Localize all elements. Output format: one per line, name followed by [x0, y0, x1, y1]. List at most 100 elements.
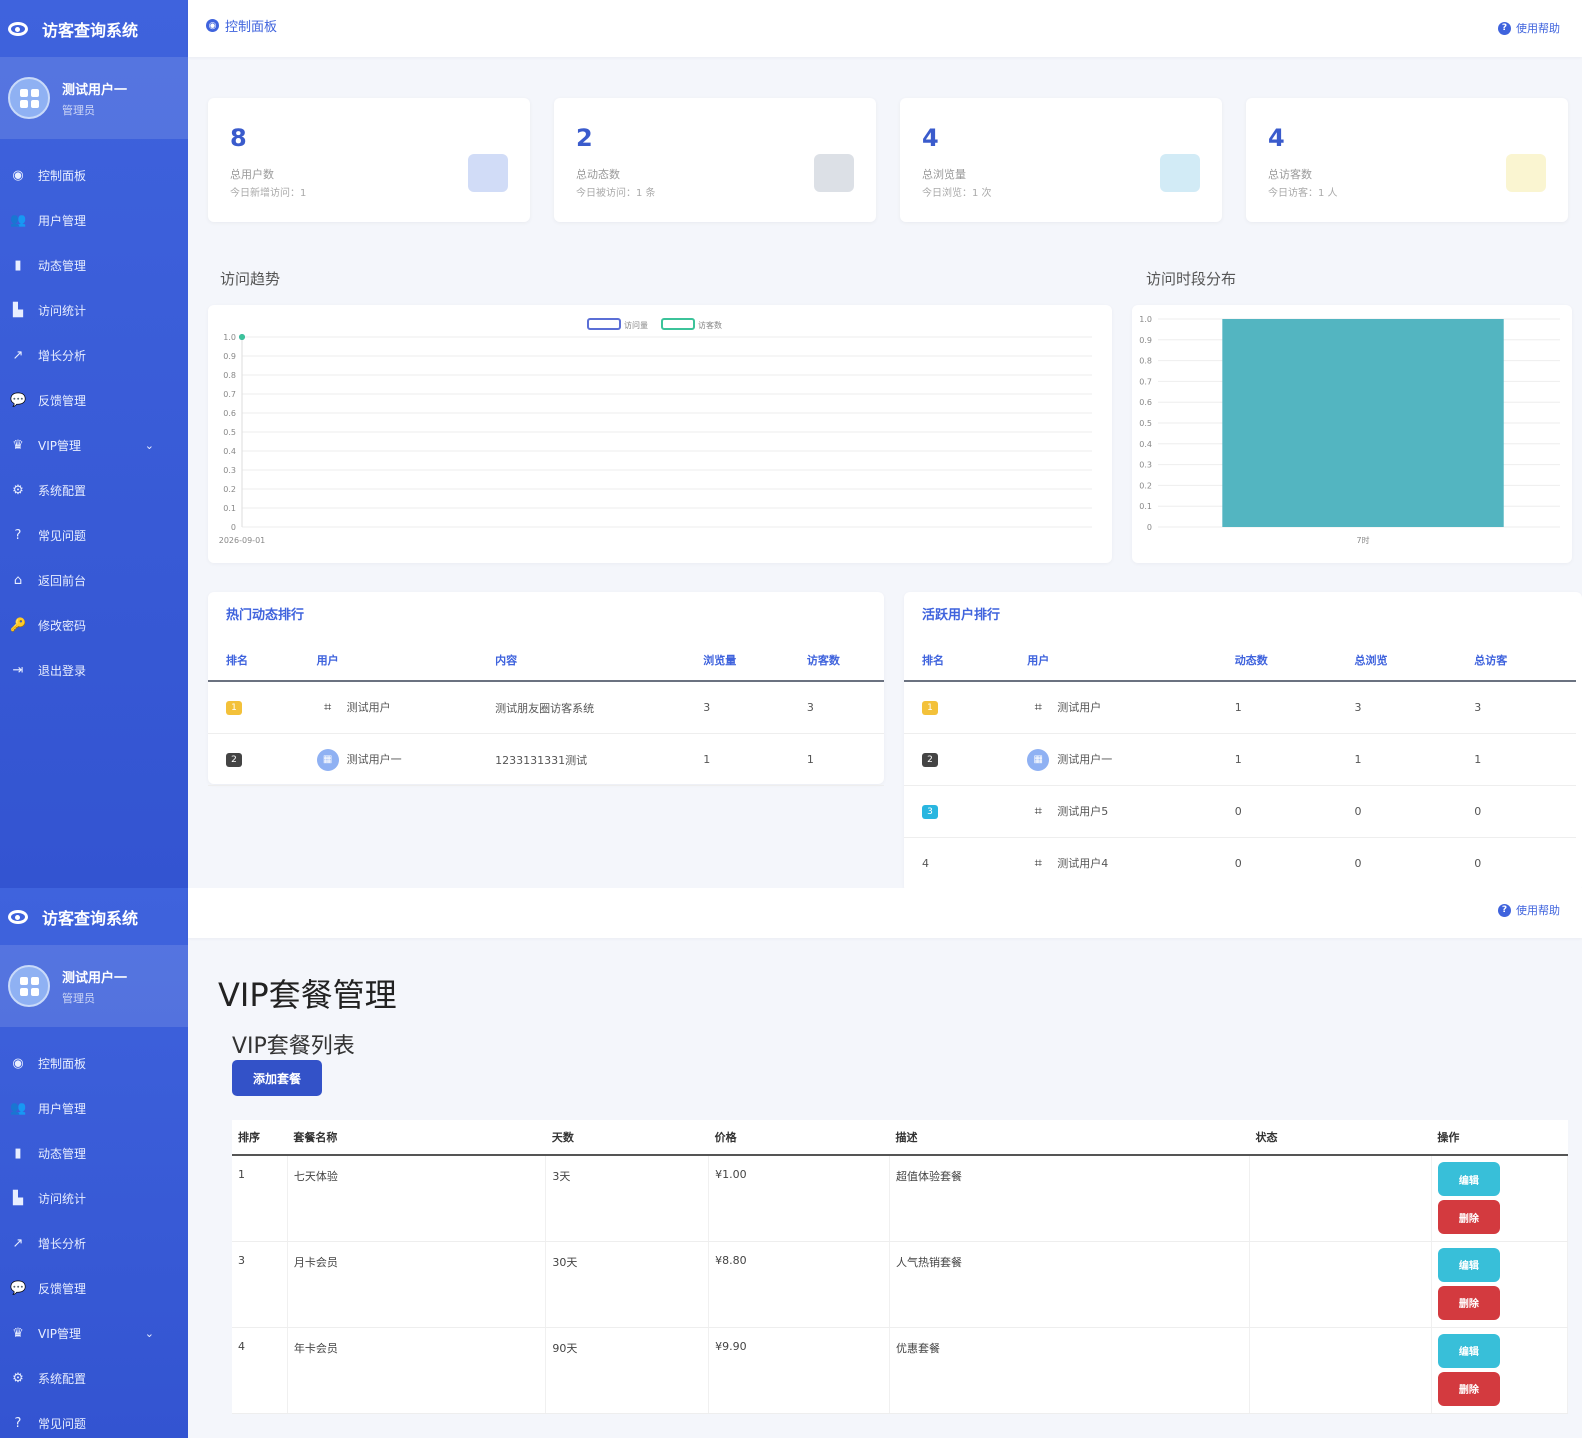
dashboard-screen: 访客查询系统 测试用户一 管理员 ◉ 控制面板 👥 用户管理 ▮ 动态管理 ▙ 访问统计 ↗ 增长…: [0, 0, 1582, 888]
sidebar-item-1[interactable]: 👥 用户管理: [0, 198, 188, 243]
x-tick-label: 7时: [1356, 535, 1369, 545]
sidebar-item-label: 控制面板: [38, 169, 87, 183]
sidebar-item-6[interactable]: ♛ VIP管理 ⌄: [0, 1311, 188, 1356]
stats-icon: ▙: [13, 303, 23, 318]
cell-sort: 1: [232, 1155, 288, 1242]
edit-button[interactable]: 编辑: [1437, 1247, 1500, 1282]
avatar: ▦: [1027, 748, 1050, 771]
sidebar-item-7[interactable]: ⚙ 系统配置: [0, 1356, 188, 1401]
rank-number: 4: [922, 857, 929, 870]
hour-chart-card: 0 0.1 0.2 0.3 0.4 0.5 0.6 0.7 0.8 0.9 1.0 7时: [1132, 305, 1572, 563]
delete-button[interactable]: 删除: [1437, 1285, 1500, 1320]
cell-desc: 超值体验套餐: [889, 1155, 1251, 1242]
brand[interactable]: 访客查询系统: [0, 888, 188, 945]
sidebar-item-10[interactable]: 🔑 修改密码: [0, 603, 188, 648]
column-header: 总浏览: [1336, 640, 1457, 682]
sidebar-item-9[interactable]: ⌂ 返回前台: [0, 558, 188, 603]
table-row[interactable]: 2 ▦ 测试用户一 1233131331测试 1 1: [208, 733, 884, 786]
y-tick-label: 1.0: [1139, 315, 1152, 324]
sidebar-item-0[interactable]: ◉ 控制面板: [0, 1041, 188, 1086]
legend-swatch: [587, 318, 621, 330]
stats-icon: ▙: [13, 1191, 23, 1206]
home-icon: ⌂: [13, 573, 23, 588]
dashboard-icon: ◉: [12, 1056, 24, 1071]
y-tick-label: 0.7: [1139, 377, 1152, 386]
post-content: 1233131331测试: [477, 733, 686, 786]
user-profile: 测试用户一 管理员: [0, 945, 188, 1027]
sidebar-item-6[interactable]: ♛ VIP管理 ⌄: [0, 423, 188, 468]
table-row[interactable]: 1 ⌗ 测试用户 测试朋友圈访客系统 3 3: [208, 681, 884, 734]
sidebar-item-8[interactable]: ? 常见问题: [0, 1401, 188, 1438]
user-name: 测试用户一: [62, 82, 128, 98]
add-package-button[interactable]: 添加套餐: [232, 1060, 322, 1096]
visitors-cell: 1: [788, 733, 884, 786]
series-point: [239, 334, 245, 340]
avatar: [8, 965, 50, 1007]
sidebar-item-1[interactable]: 👥 用户管理: [0, 1086, 188, 1131]
user-role: 管理员: [62, 103, 95, 117]
delete-button[interactable]: 删除: [1437, 1200, 1500, 1234]
table-row: 3 月卡会员 30天 ¥8.80 人气热销套餐 编辑 删除: [232, 1241, 1569, 1328]
visitors-cell: 0: [1456, 785, 1576, 838]
help-link[interactable]: ? 使用帮助: [1498, 20, 1560, 36]
cell-price: ¥9.90: [708, 1327, 890, 1414]
cell-days: 3天: [545, 1155, 710, 1242]
y-tick-label: 0.6: [1139, 398, 1152, 407]
bar: [1222, 319, 1504, 527]
breadcrumb[interactable]: ◉ 控制面板: [206, 16, 277, 35]
sidebar-item-7[interactable]: ⚙ 系统配置: [0, 468, 188, 513]
sidebar-item-label: 反馈管理: [38, 394, 87, 408]
sidebar-item-11[interactable]: ⇥ 退出登录: [0, 648, 188, 693]
sidebar-item-label: 常见问题: [38, 529, 87, 543]
edit-button[interactable]: 编辑: [1437, 1162, 1500, 1196]
sidebar-item-label: 用户管理: [38, 1102, 87, 1116]
y-tick-label: 0.5: [223, 428, 236, 437]
y-tick-label: 0.2: [1139, 481, 1152, 490]
table-row[interactable]: 3 ⌗ 测试用户5 0 0 0: [904, 785, 1576, 838]
table-row: 1 七天体验 3天 ¥1.00 超值体验套餐 编辑删除: [232, 1155, 1569, 1242]
table-row[interactable]: 4 ⌗ 测试用户4 0 0 0: [904, 837, 1576, 888]
hot-posts-title: 热门动态排行: [226, 608, 305, 623]
brand[interactable]: 访客查询系统: [0, 0, 188, 57]
table-row[interactable]: 2 ▦ 测试用户一 1 1 1: [904, 733, 1576, 786]
users-icon: 👥: [10, 1101, 27, 1116]
key-icon: 🔑: [10, 618, 27, 633]
sidebar-item-0[interactable]: ◉ 控制面板: [0, 153, 188, 198]
cell-name: 七天体验: [287, 1155, 547, 1242]
sidebar-item-2[interactable]: ▮ 动态管理: [0, 1131, 188, 1176]
help-link[interactable]: ? 使用帮助: [1498, 902, 1560, 918]
sidebar-menu: ◉ 控制面板 👥 用户管理 ▮ 动态管理 ▙ 访问统计 ↗ 增长分析 💬 反馈管理 ♛ VIP管理 ⌄ ⚙ 系统…: [0, 153, 188, 693]
sidebar-item-4[interactable]: ↗ 增长分析: [0, 1221, 188, 1266]
sidebar-item-label: 增长分析: [38, 349, 87, 363]
posts-cell: 0: [1216, 837, 1337, 888]
cell-price: ¥1.00: [708, 1155, 890, 1242]
trend-chart: 0 0.1 0.2 0.3 0.4 0.5 0.6 0.7 0.8 0.9 1.0 2026-09-0…: [219, 318, 1092, 545]
chevron-down-icon: ⌄: [144, 1327, 154, 1340]
sidebar-item-3[interactable]: ▙ 访问统计: [0, 288, 188, 333]
sidebar-item-4[interactable]: ↗ 增长分析: [0, 333, 188, 378]
sidebar-item-5[interactable]: 💬 反馈管理: [0, 378, 188, 423]
sidebar-item-3[interactable]: ▙ 访问统计: [0, 1176, 188, 1221]
sidebar-item-8[interactable]: ? 常见问题: [0, 513, 188, 558]
crown-icon: ♛: [12, 438, 24, 453]
chevron-down-icon: ⌄: [144, 439, 154, 452]
sidebar-item-label: 控制面板: [38, 1057, 87, 1071]
y-tick-label: 0.7: [223, 390, 236, 399]
sidebar-item-label: 用户管理: [38, 214, 87, 228]
stat-value: 4: [922, 124, 939, 152]
logout-icon: ⇥: [12, 663, 24, 678]
rank-badge: 2: [226, 753, 242, 767]
views-cell: 1: [1336, 733, 1457, 786]
edit-button[interactable]: 编辑: [1437, 1333, 1500, 1368]
qr-avatar-icon: ⌗: [1034, 855, 1042, 871]
stat-value: 8: [230, 124, 247, 152]
sidebar-item-2[interactable]: ▮ 动态管理: [0, 243, 188, 288]
cell-desc: 人气热销套餐: [889, 1241, 1251, 1328]
table-row[interactable]: 1 ⌗ 测试用户 1 3 3: [904, 681, 1576, 734]
delete-button[interactable]: 删除: [1437, 1371, 1500, 1406]
sidebar-item-5[interactable]: 💬 反馈管理: [0, 1266, 188, 1311]
cell-desc: 优惠套餐: [889, 1327, 1251, 1414]
sidebar-item-label: VIP管理: [38, 1327, 81, 1341]
user-name: 测试用户4: [1057, 856, 1109, 870]
trend-chart-card: 0 0.1 0.2 0.3 0.4 0.5 0.6 0.7 0.8 0.9 1.0 2026-09-0…: [208, 305, 1112, 563]
